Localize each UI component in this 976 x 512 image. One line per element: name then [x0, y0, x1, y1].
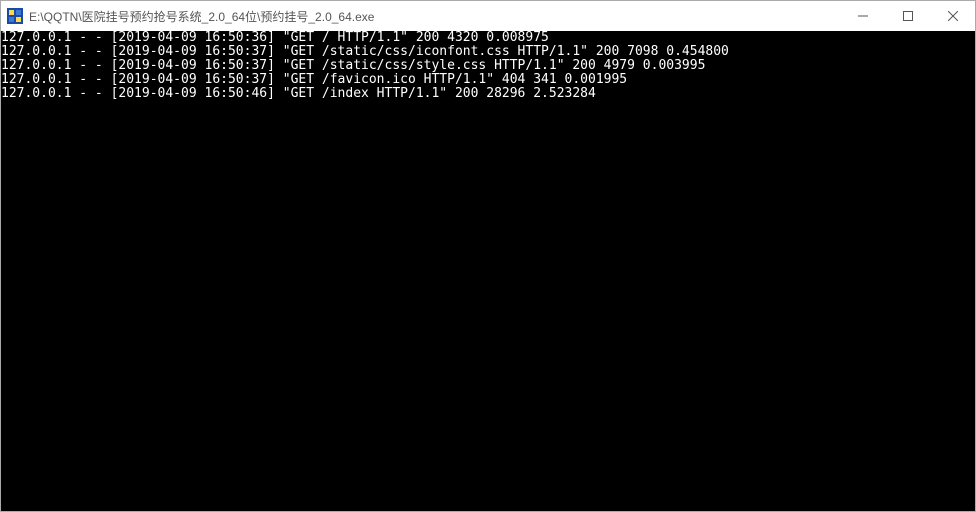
log-line: 127.0.0.1 - - [2019-04-09 16:50:37] "GET…	[1, 73, 975, 87]
log-line: 127.0.0.1 - - [2019-04-09 16:50:36] "GET…	[1, 31, 975, 45]
log-line: 127.0.0.1 - - [2019-04-09 16:50:46] "GET…	[1, 87, 975, 101]
window-controls	[840, 1, 975, 31]
maximize-button[interactable]	[885, 1, 930, 31]
app-icon	[7, 8, 23, 24]
console-output[interactable]: 127.0.0.1 - - [2019-04-09 16:50:36] "GET…	[1, 31, 975, 511]
app-window: E:\QQTN\医院挂号预约抢号系统_2.0_64位\预约挂号_2.0_64.e…	[0, 0, 976, 512]
close-button[interactable]	[930, 1, 975, 31]
titlebar[interactable]: E:\QQTN\医院挂号预约抢号系统_2.0_64位\预约挂号_2.0_64.e…	[1, 1, 975, 31]
minimize-button[interactable]	[840, 1, 885, 31]
window-title: E:\QQTN\医院挂号预约抢号系统_2.0_64位\预约挂号_2.0_64.e…	[29, 8, 840, 25]
log-line: 127.0.0.1 - - [2019-04-09 16:50:37] "GET…	[1, 45, 975, 59]
log-line: 127.0.0.1 - - [2019-04-09 16:50:37] "GET…	[1, 59, 975, 73]
